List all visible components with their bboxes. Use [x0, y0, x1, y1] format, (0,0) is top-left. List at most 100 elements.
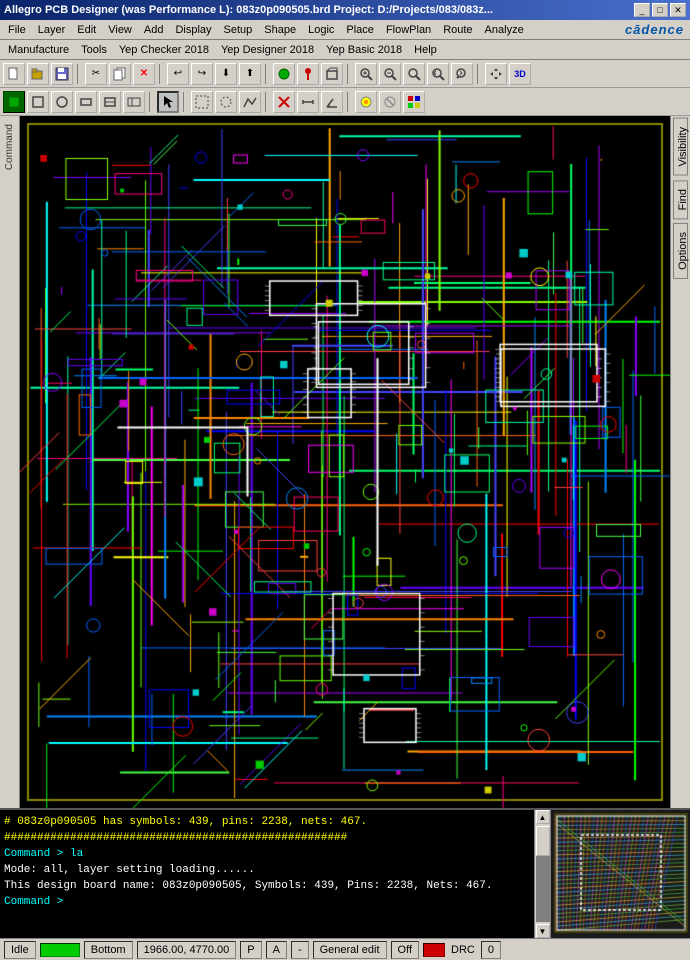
console-scroll-track[interactable]	[536, 826, 550, 922]
toolbar2-separator-2	[183, 92, 187, 112]
console-scroll-thumb[interactable]	[536, 826, 550, 856]
tb-zoom-previous[interactable]	[427, 63, 449, 85]
minimize-button[interactable]: _	[634, 3, 650, 17]
console-line-6: Command >	[4, 894, 530, 910]
tb-new[interactable]	[3, 63, 25, 85]
a-marker: A	[273, 944, 280, 956]
tb2-dehighlight[interactable]	[379, 91, 401, 113]
tb-cut[interactable]: ✂	[85, 63, 107, 85]
status-num: 0	[481, 941, 501, 959]
menu-file[interactable]: File	[2, 22, 32, 38]
status-layer: Bottom	[84, 941, 133, 959]
menu-logic[interactable]: Logic	[302, 22, 340, 38]
tb2-line-sel[interactable]	[239, 91, 261, 113]
tb-zoom-fit[interactable]	[355, 63, 377, 85]
status-indicator-green	[40, 943, 80, 957]
title-bar: Allegro PCB Designer (was Performance L)…	[0, 0, 690, 20]
tb-copy[interactable]	[109, 63, 131, 85]
menu-flowplan[interactable]: FlowPlan	[380, 22, 437, 38]
close-button[interactable]: ✕	[670, 3, 686, 17]
menu-help[interactable]: Help	[408, 42, 443, 58]
menu-bar: File Layer Edit View Add Display Setup S…	[0, 20, 690, 40]
tb-delete[interactable]: ✕	[133, 63, 155, 85]
tb-3d[interactable]: 3D	[509, 63, 531, 85]
menu-place[interactable]: Place	[340, 22, 380, 38]
tb-pin[interactable]	[297, 63, 319, 85]
tb2-6[interactable]	[123, 91, 145, 113]
menu-edit[interactable]: Edit	[71, 22, 102, 38]
toolbar-separator-5	[477, 64, 481, 84]
tb-undo[interactable]: ↩	[167, 63, 189, 85]
status-coords: 1966.00, 4770.00	[137, 941, 237, 959]
toolbar2-separator	[149, 92, 153, 112]
console-scroll-up[interactable]: ▲	[536, 810, 550, 824]
console-scroll-down[interactable]: ▼	[536, 924, 550, 938]
tb-zoom-window[interactable]	[403, 63, 425, 85]
p-marker: P	[247, 944, 254, 956]
menu-display[interactable]: Display	[169, 22, 217, 38]
menu-yep-designer[interactable]: Yep Designer 2018	[215, 42, 320, 58]
tb2-3[interactable]	[51, 91, 73, 113]
tb-pan[interactable]	[485, 63, 507, 85]
menu-add[interactable]: Add	[138, 22, 170, 38]
right-panel: Visibility Find Options	[670, 116, 690, 808]
tb-open[interactable]	[27, 63, 49, 85]
pcb-view-canvas[interactable]	[20, 116, 670, 808]
tb2-angle[interactable]	[321, 91, 343, 113]
tab-find[interactable]: Find	[673, 180, 688, 219]
tb-up[interactable]: ⬆	[239, 63, 261, 85]
toolbar-separator	[77, 64, 81, 84]
status-idle: Idle	[4, 941, 36, 959]
tb2-circle-sel[interactable]	[215, 91, 237, 113]
off-label: Off	[398, 944, 412, 956]
toolbar-1: ✂ ✕ ↩ ↪ ⬇ ⬆ 3D	[0, 60, 690, 88]
toolbar-separator-2	[159, 64, 163, 84]
tb-ratsnest[interactable]	[273, 63, 295, 85]
tb-save[interactable]	[51, 63, 73, 85]
left-label-panel: Command	[0, 116, 20, 808]
tb2-highlight[interactable]	[355, 91, 377, 113]
menu-view[interactable]: View	[102, 22, 138, 38]
tb-redo[interactable]: ↪	[191, 63, 213, 85]
menu-analyze[interactable]: Analyze	[479, 22, 530, 38]
tb-zoom-out-fit[interactable]	[379, 63, 401, 85]
tb-zoom-next[interactable]	[451, 63, 473, 85]
menu-tools[interactable]: Tools	[75, 42, 113, 58]
tb-down[interactable]: ⬇	[215, 63, 237, 85]
menu-yep-checker[interactable]: Yep Checker 2018	[113, 42, 215, 58]
status-bar: Idle Bottom 1966.00, 4770.00 P A - Gener…	[0, 938, 690, 960]
maximize-button[interactable]: □	[652, 3, 668, 17]
toolbar2-separator-3	[265, 92, 269, 112]
tb2-measure[interactable]	[297, 91, 319, 113]
menu-manufacture[interactable]: Manufacture	[2, 42, 75, 58]
tb-zoom-in[interactable]	[321, 63, 343, 85]
tb2-color-picker[interactable]	[403, 91, 425, 113]
tb2-cursor[interactable]	[157, 91, 179, 113]
minimap[interactable]	[550, 810, 690, 938]
status-edit-mode: General edit	[313, 941, 387, 959]
tb2-1[interactable]	[3, 91, 25, 113]
tb2-4[interactable]	[75, 91, 97, 113]
console-line-3: Command > la	[4, 846, 530, 862]
console-prompt-1: Command > la	[4, 848, 83, 860]
status-indicator-red	[423, 943, 445, 957]
cadence-logo: cādence	[625, 22, 684, 37]
menu-setup[interactable]: Setup	[218, 22, 259, 38]
console-scrollbar[interactable]: ▲ ▼	[534, 810, 550, 938]
tb2-select[interactable]	[191, 91, 213, 113]
menu-layer[interactable]: Layer	[32, 22, 72, 38]
window-controls[interactable]: _ □ ✕	[634, 3, 686, 17]
pcb-canvas[interactable]	[20, 116, 670, 808]
tab-visibility[interactable]: Visibility	[673, 118, 688, 176]
menu-yep-basic[interactable]: Yep Basic 2018	[320, 42, 408, 58]
menu-shape[interactable]: Shape	[258, 22, 302, 38]
command-label: Command	[2, 120, 17, 174]
console-output[interactable]: # 083z0p090505 has symbols: 439, pins: 2…	[0, 810, 534, 938]
tb2-route-mode[interactable]	[273, 91, 295, 113]
menu-route[interactable]: Route	[437, 22, 478, 38]
console-hash: # 083z0p090505 has symbols: 439, pins: 2…	[4, 816, 367, 828]
tb2-2[interactable]	[27, 91, 49, 113]
tab-options[interactable]: Options	[673, 223, 688, 279]
console-area: # 083z0p090505 has symbols: 439, pins: 2…	[0, 808, 690, 938]
tb2-5[interactable]	[99, 91, 121, 113]
